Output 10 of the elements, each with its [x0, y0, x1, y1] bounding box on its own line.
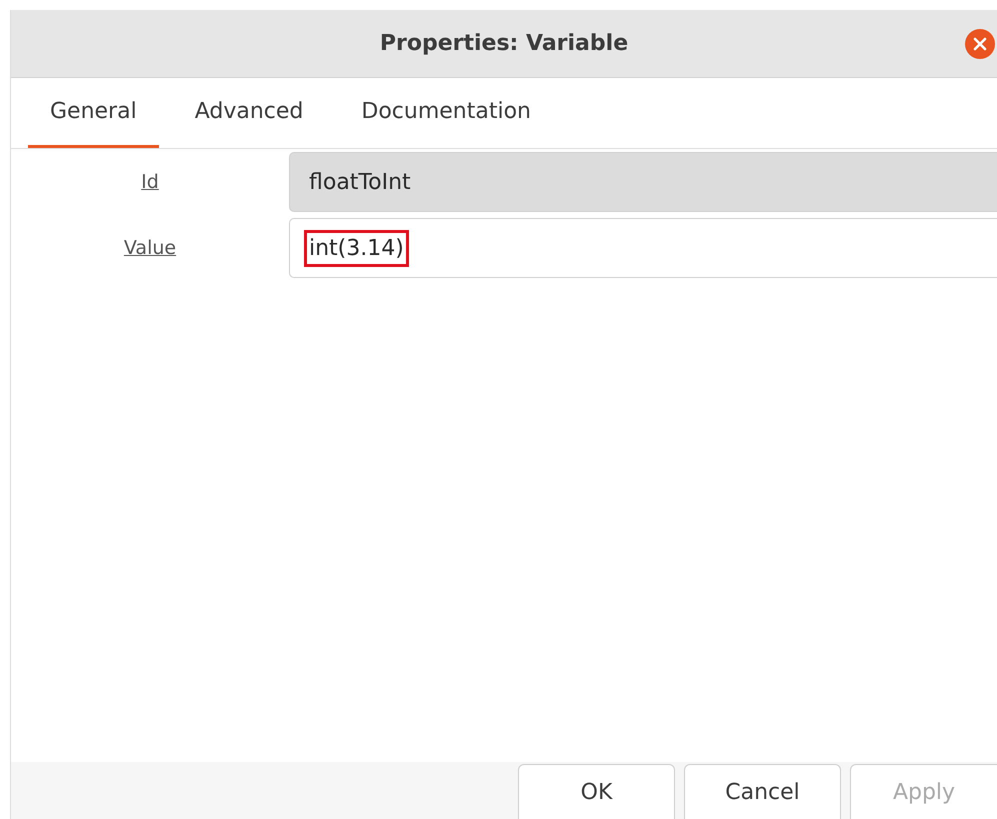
input-field[interactable]: int(3.14): [289, 218, 997, 278]
field-label: Id: [140, 171, 160, 193]
dialog-button[interactable]: OK: [518, 764, 675, 819]
tab[interactable]: Advanced: [172, 78, 326, 148]
close-icon[interactable]: [965, 29, 995, 59]
dialog-button[interactable]: Cancel: [684, 764, 841, 819]
field-label: Value: [122, 237, 178, 259]
window-title: Properties: Variable: [380, 31, 628, 56]
tab[interactable]: Documentation: [339, 78, 553, 148]
tab[interactable]: General: [28, 78, 159, 148]
